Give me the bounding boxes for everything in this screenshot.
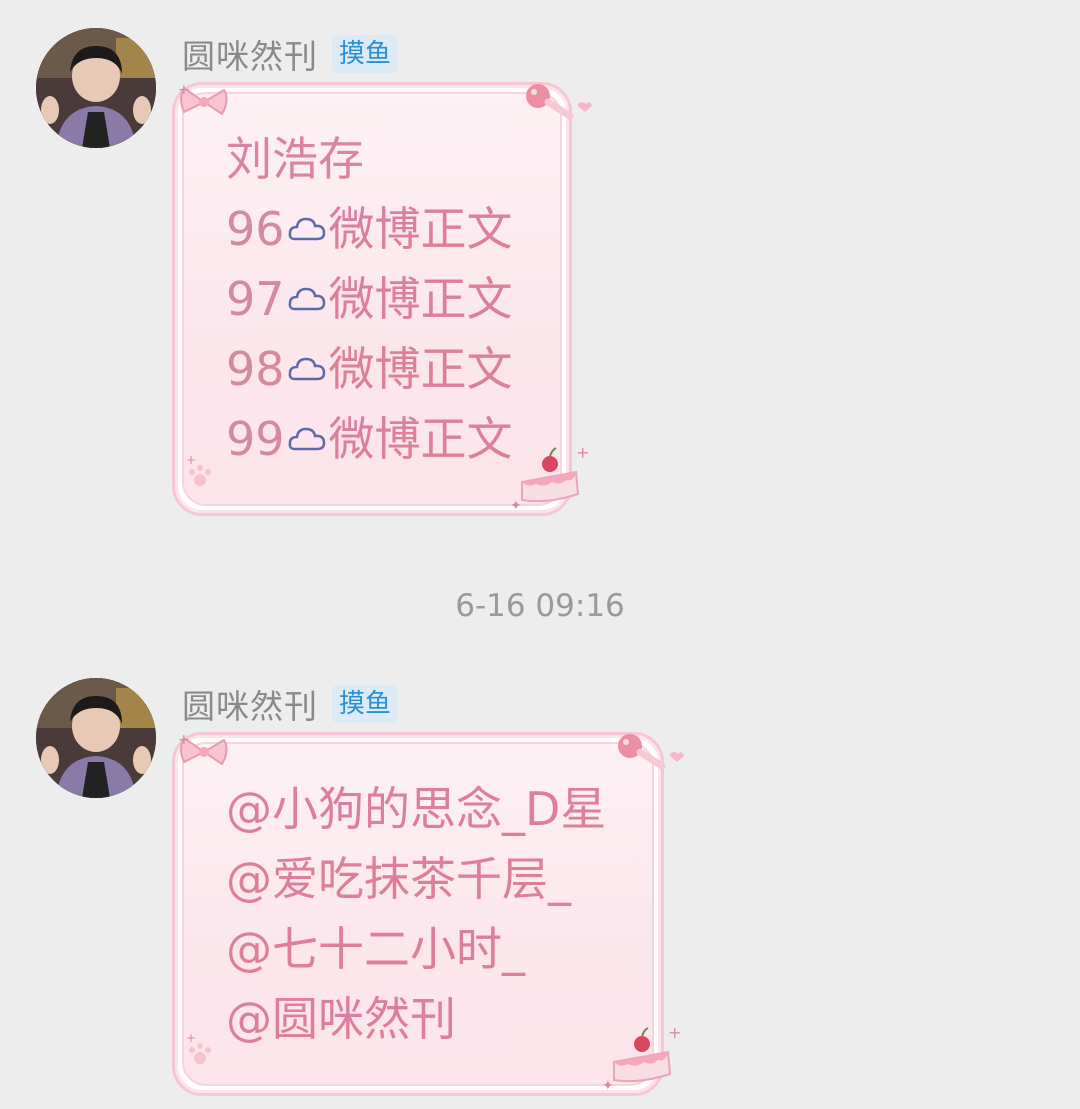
cake-icon: + ✦ bbox=[510, 443, 589, 512]
avatar[interactable] bbox=[36, 678, 156, 798]
avatar[interactable] bbox=[36, 28, 156, 148]
cloud-icon bbox=[288, 427, 325, 451]
svg-text:+: + bbox=[178, 732, 190, 748]
line-text: 微博正文 bbox=[328, 272, 513, 326]
line-text: 刘浩存 bbox=[226, 132, 364, 186]
line-text: @小狗的思念_D星 bbox=[226, 782, 607, 836]
svg-text:+: + bbox=[186, 454, 196, 467]
cloud-icon bbox=[288, 357, 325, 381]
line-number: 98 bbox=[226, 342, 285, 396]
line-text: @圆咪然刊 bbox=[226, 992, 456, 1046]
message-line: 97 微博正文 bbox=[226, 264, 520, 334]
svg-text:+: + bbox=[186, 1032, 196, 1045]
line-text: @七十二小时_ bbox=[226, 922, 525, 976]
member-tag: 摸鱼 bbox=[332, 35, 399, 73]
message-line: 98 微博正文 bbox=[226, 334, 520, 404]
svg-text:✦: ✦ bbox=[602, 1078, 614, 1092]
line-text: 微博正文 bbox=[328, 412, 513, 466]
line-number: 96 bbox=[226, 202, 285, 256]
ice-cream-icon bbox=[526, 84, 592, 120]
svg-text:+: + bbox=[576, 443, 589, 462]
svg-text:+: + bbox=[178, 82, 190, 98]
svg-text:+: + bbox=[668, 1023, 681, 1042]
line-number: 99 bbox=[226, 412, 285, 466]
message-bubble[interactable]: 刘浩存 96 微博正文 97 微博正文 98 微博正文 99 微博正文 + + … bbox=[172, 82, 592, 516]
line-text: @爱吃抹茶千层_ bbox=[226, 852, 571, 906]
svg-text:✦: ✦ bbox=[510, 498, 522, 512]
member-tag: 摸鱼 bbox=[332, 685, 399, 723]
ice-cream-icon bbox=[618, 734, 684, 770]
paw-icon: + bbox=[186, 1032, 211, 1064]
sender-name: 圆咪然刊 bbox=[182, 687, 318, 726]
message-bubble[interactable]: @小狗的思念_D星 @爱吃抹茶千层_ @七十二小时_ @圆咪然刊 + + + ✦ bbox=[172, 732, 684, 1096]
paw-icon: + bbox=[186, 454, 211, 486]
bow-icon: + bbox=[178, 82, 228, 116]
message-line: @爱吃抹茶千层_ bbox=[226, 844, 612, 914]
message-line: 99 微博正文 bbox=[226, 404, 520, 474]
message-line: @七十二小时_ bbox=[226, 914, 612, 984]
message-line: @小狗的思念_D星 bbox=[226, 774, 612, 844]
line-text: 微博正文 bbox=[328, 342, 513, 396]
cloud-icon bbox=[288, 217, 325, 241]
message-line: 96 微博正文 bbox=[226, 194, 520, 264]
line-text: 微博正文 bbox=[328, 202, 513, 256]
line-number: 97 bbox=[226, 272, 285, 326]
message-line: @圆咪然刊 bbox=[226, 984, 612, 1054]
bow-icon: + bbox=[178, 732, 228, 766]
sender-name: 圆咪然刊 bbox=[182, 37, 318, 76]
timestamp: 6-16 09:16 bbox=[455, 588, 625, 624]
message-line: 刘浩存 bbox=[226, 124, 520, 194]
cake-icon: + ✦ bbox=[602, 1023, 681, 1092]
cloud-icon bbox=[288, 287, 325, 311]
